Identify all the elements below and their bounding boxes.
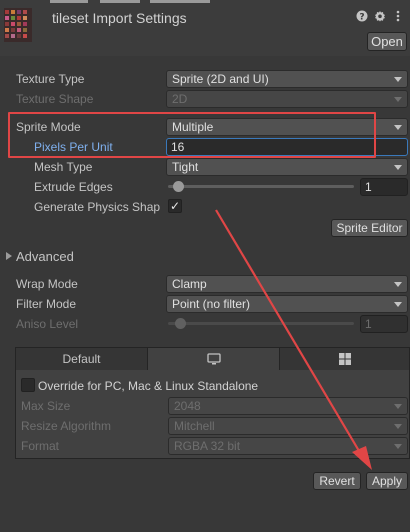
annotation-arrow (215, 209, 372, 470)
